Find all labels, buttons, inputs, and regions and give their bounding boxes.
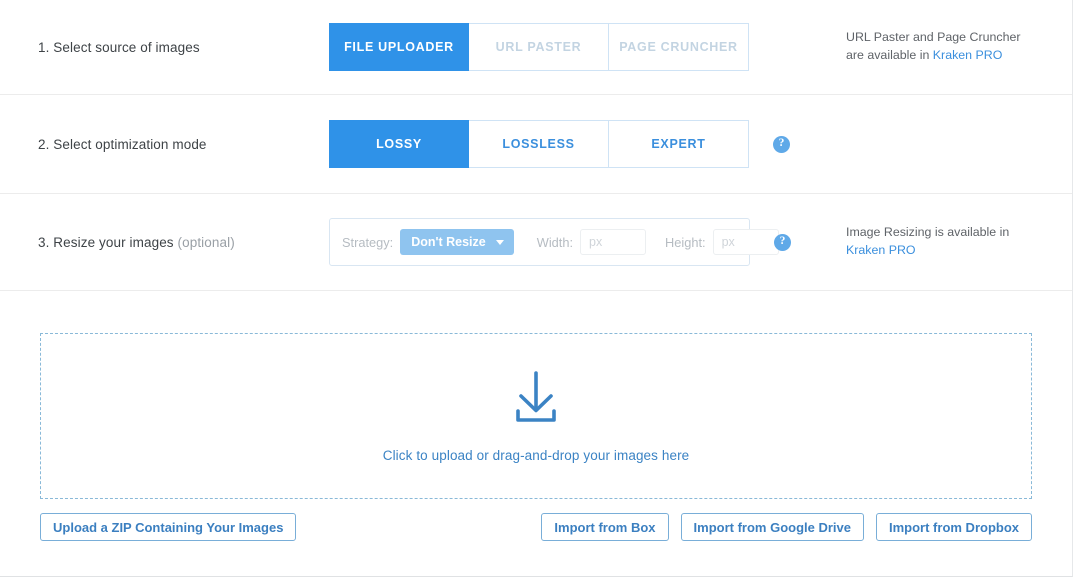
height-input[interactable]	[712, 229, 779, 255]
source-option-page-cruncher[interactable]: PAGE CRUNCHER	[609, 23, 749, 71]
kraken-pro-link-source[interactable]: Kraken PRO	[933, 48, 1003, 62]
source-pro-note: URL Paster and Page Cruncher are availab…	[846, 29, 1072, 65]
dropzone-wrapper: Click to upload or drag-and-drop your im…	[0, 333, 1072, 499]
resize-pro-note: Image Resizing is available in Kraken PR…	[846, 224, 1072, 260]
source-option-url-paster[interactable]: URL PASTER	[469, 23, 609, 71]
import-from-dropbox-button[interactable]: Import from Dropbox	[876, 513, 1032, 541]
step-label-resize-main: 3. Resize your images	[38, 234, 178, 250]
mode-option-lossy[interactable]: LOSSY	[329, 120, 469, 168]
upload-zip-button[interactable]: Upload a ZIP Containing Your Images	[40, 513, 297, 541]
help-icon-resize[interactable]: ?	[774, 233, 791, 251]
file-dropzone[interactable]: Click to upload or drag-and-drop your im…	[40, 333, 1032, 499]
step-row-select-source: 1. Select source of images FILE UPLOADER…	[0, 0, 1072, 95]
step-row-optimization-mode: 2. Select optimization mode LOSSY LOSSLE…	[0, 95, 1072, 194]
strategy-select-value: Don't Resize	[411, 235, 486, 249]
import-from-box-button[interactable]: Import from Box	[541, 513, 669, 541]
chevron-down-icon	[495, 239, 504, 245]
mode-option-expert[interactable]: EXPERT	[609, 120, 749, 168]
resize-controls-bar: Strategy: Don't Resize Width: Height:	[329, 218, 779, 266]
source-segmented-group: FILE UPLOADER URL PASTER PAGE CRUNCHER	[329, 23, 749, 71]
source-option-file-uploader[interactable]: FILE UPLOADER	[329, 23, 469, 71]
kraken-pro-link-resize[interactable]: Kraken PRO	[846, 243, 916, 257]
dropzone-label: Click to upload or drag-and-drop your im…	[382, 448, 690, 463]
height-label: Height:	[665, 234, 706, 250]
strategy-select[interactable]: Don't Resize	[400, 229, 514, 255]
download-arrow-icon	[503, 369, 569, 430]
help-icon-optimization-mode[interactable]: ?	[773, 135, 790, 153]
mode-segmented-group: LOSSY LOSSLESS EXPERT	[329, 120, 749, 168]
source-pro-note-line1: URL Paster and Page Cruncher	[846, 30, 1021, 45]
step-label-resize-optional: (optional)	[177, 234, 235, 250]
width-label: Width:	[536, 234, 574, 250]
import-from-google-drive-button[interactable]: Import from Google Drive	[680, 513, 864, 541]
import-button-bar: Upload a ZIP Containing Your Images Impo…	[0, 513, 1072, 541]
mode-option-lossless[interactable]: LOSSLESS	[469, 120, 609, 168]
source-pro-note-line2: are available in	[846, 48, 933, 62]
step-label-select-source: 1. Select source of images	[38, 39, 200, 55]
strategy-label: Strategy:	[342, 234, 394, 250]
resize-pro-note-line1: Image Resizing is available in	[846, 225, 1010, 240]
width-input[interactable]	[580, 229, 647, 255]
kraken-optimizer-panel: 1. Select source of images FILE UPLOADER…	[0, 0, 1073, 577]
step-label-resize: 3. Resize your images (optional)	[0, 235, 329, 250]
step-row-resize: 3. Resize your images (optional) Strateg…	[0, 194, 1072, 291]
step-label-optimization-mode: 2. Select optimization mode	[38, 136, 207, 152]
